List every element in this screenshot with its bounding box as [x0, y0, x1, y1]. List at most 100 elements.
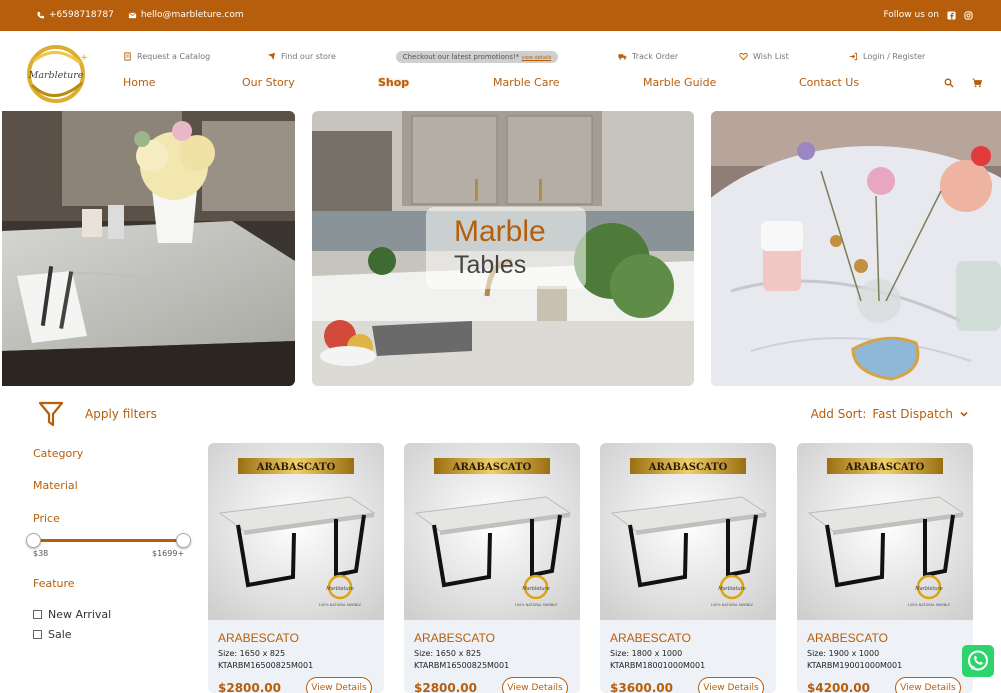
instagram-icon[interactable] [964, 10, 973, 20]
nav-our-story[interactable]: Our Story [242, 76, 295, 89]
track-order-link[interactable]: Track Order [618, 52, 678, 61]
chevron-down-icon [960, 411, 968, 417]
nav-marble-care[interactable]: Marble Care [493, 76, 560, 89]
product-image[interactable]: ARABASCATO Marbleture 100% NATURAL MARBL… [404, 443, 580, 620]
product-card[interactable]: ARABASCATO Marbleture 100% NATURAL MARBL… [600, 443, 776, 693]
product-badge-sub: 100% NATURAL MARBLE [711, 603, 754, 607]
filter-sort-bar: Apply filters Add Sort: Fast Dispatch [0, 396, 1001, 432]
request-catalog-label: Request a Catalog [137, 52, 211, 61]
phone-icon [37, 11, 45, 18]
product-price: $2800.00 [414, 681, 478, 693]
product-sku: KTARBM18001000M001 [610, 661, 706, 670]
promo-banner[interactable]: Checkout our latest promotions!* view de… [396, 51, 558, 63]
price-max-value: $1699+ [152, 549, 185, 558]
product-size: Size: 1650 x 825 [414, 649, 482, 658]
product-badge-sub: 100% NATURAL MARBLE [908, 603, 951, 607]
sort-value: Fast Dispatch [872, 407, 953, 421]
new-arrival-label: New Arrival [48, 608, 112, 621]
nav-marble-guide[interactable]: Marble Guide [643, 76, 716, 89]
banner-image-kitchen-countertop: Marble Tables [312, 111, 694, 386]
product-image[interactable]: ARABASCATO Marbleture 100% NATURAL MARBL… [208, 443, 384, 620]
find-store-label: Find our store [281, 52, 336, 61]
banner-title-line1: Marble [454, 215, 546, 248]
product-name[interactable]: ARABESCATO [610, 631, 691, 645]
search-icon[interactable] [944, 78, 954, 88]
email-address: hello@marbleture.com [140, 10, 244, 20]
product-badge-sub: 100% NATURAL MARBLE [319, 603, 362, 607]
nav-home[interactable]: Home [123, 76, 155, 89]
svg-text:Marbleture: Marbleture [522, 586, 549, 592]
view-details-button[interactable]: View Details [895, 677, 961, 693]
sale-label: Sale [48, 628, 72, 641]
phone-number: +6598718787 [49, 10, 114, 20]
promo-text: Checkout our latest promotions!* [402, 53, 520, 61]
view-details-button[interactable]: View Details [502, 677, 568, 693]
price-slider-min-handle[interactable] [26, 533, 41, 548]
product-sku: KTARBM16500825M001 [414, 661, 510, 670]
product-card[interactable]: ARABASCATO Marbleture 100% NATURAL MARBL… [208, 443, 384, 693]
svg-text:+: + [80, 53, 88, 63]
product-price: $3600.00 [610, 681, 674, 693]
find-store-link[interactable]: Find our store [267, 52, 336, 61]
product-badge-label: ARABASCATO [256, 462, 336, 473]
phone-link[interactable]: +6598718787 [36, 10, 114, 20]
sort-dropdown[interactable]: Add Sort: Fast Dispatch [811, 407, 969, 421]
product-size: Size: 1800 x 1000 [610, 649, 683, 658]
apply-filters-button[interactable]: Apply filters [85, 407, 157, 421]
banner-image-round-marble-table [711, 111, 1001, 386]
wishlist-label: Wish List [753, 52, 789, 61]
banner-image-restaurant-table [2, 111, 295, 386]
product-sku: KTARBM19001000M001 [807, 661, 903, 670]
login-register-link[interactable]: Login / Register [849, 52, 925, 61]
product-badge-label: ARABASCATO [452, 462, 532, 473]
svg-text:Marbleture: Marbleture [718, 586, 745, 592]
product-size: Size: 1900 x 1000 [807, 649, 880, 658]
nav-contact-us[interactable]: Contact Us [799, 76, 859, 89]
feature-new-arrival-option[interactable]: New Arrival [33, 608, 111, 621]
promo-details-link[interactable]: view details [522, 55, 552, 61]
product-price: $4200.00 [807, 681, 871, 693]
svg-text:Marbleture: Marbleture [326, 586, 353, 592]
mail-icon [128, 12, 137, 18]
product-sku: KTARBM16500825M001 [218, 661, 314, 670]
product-size: Size: 1650 x 825 [218, 649, 286, 658]
banner-title-line2: Tables [454, 251, 527, 279]
product-name[interactable]: ARABESCATO [218, 631, 299, 645]
email-link[interactable]: hello@marbleture.com [128, 10, 244, 20]
product-badge-label: ARABASCATO [648, 462, 728, 473]
product-name[interactable]: ARABESCATO [807, 631, 888, 645]
store-icon [267, 52, 276, 61]
product-card[interactable]: ARABASCATO Marbleture 100% NATURAL MARBL… [404, 443, 580, 693]
price-slider-track[interactable] [33, 539, 183, 542]
view-details-button[interactable]: View Details [306, 677, 372, 693]
filter-category[interactable]: Category [33, 447, 83, 460]
filter-material[interactable]: Material [33, 479, 78, 492]
track-order-label: Track Order [632, 52, 679, 61]
product-image[interactable]: ARABASCATO Marbleture 100% NATURAL MARBL… [797, 443, 973, 620]
login-icon [849, 52, 858, 61]
view-details-button[interactable]: View Details [698, 677, 764, 693]
facebook-icon[interactable] [947, 10, 956, 20]
sale-checkbox[interactable] [33, 630, 42, 639]
price-slider-max-handle[interactable] [176, 533, 191, 548]
product-name[interactable]: ARABESCATO [414, 631, 495, 645]
product-image[interactable]: ARABASCATO Marbleture 100% NATURAL MARBL… [600, 443, 776, 620]
product-card[interactable]: ARABASCATO Marbleture 100% NATURAL MARBL… [797, 443, 973, 693]
product-badge-sub: 100% NATURAL MARBLE [515, 603, 558, 607]
marbleture-logo[interactable]: Marbleture + [24, 41, 88, 105]
follow-label: Follow us on [883, 10, 939, 20]
request-catalog-link[interactable]: Request a Catalog [123, 52, 210, 61]
filter-icon[interactable] [38, 400, 64, 428]
svg-text:Marbleture: Marbleture [28, 70, 84, 81]
whatsapp-icon [968, 650, 988, 671]
wishlist-link[interactable]: Wish List [739, 52, 789, 61]
new-arrival-checkbox[interactable] [33, 610, 42, 619]
whatsapp-chat-button[interactable] [962, 645, 994, 677]
cart-icon[interactable] [972, 78, 982, 88]
feature-sale-option[interactable]: Sale [33, 628, 72, 641]
product-badge-label: ARABASCATO [845, 462, 925, 473]
filter-feature-label: Feature [33, 577, 75, 590]
truck-icon [618, 54, 627, 60]
nav-shop[interactable]: Shop [378, 76, 409, 89]
login-register-label: Login / Register [863, 52, 926, 61]
